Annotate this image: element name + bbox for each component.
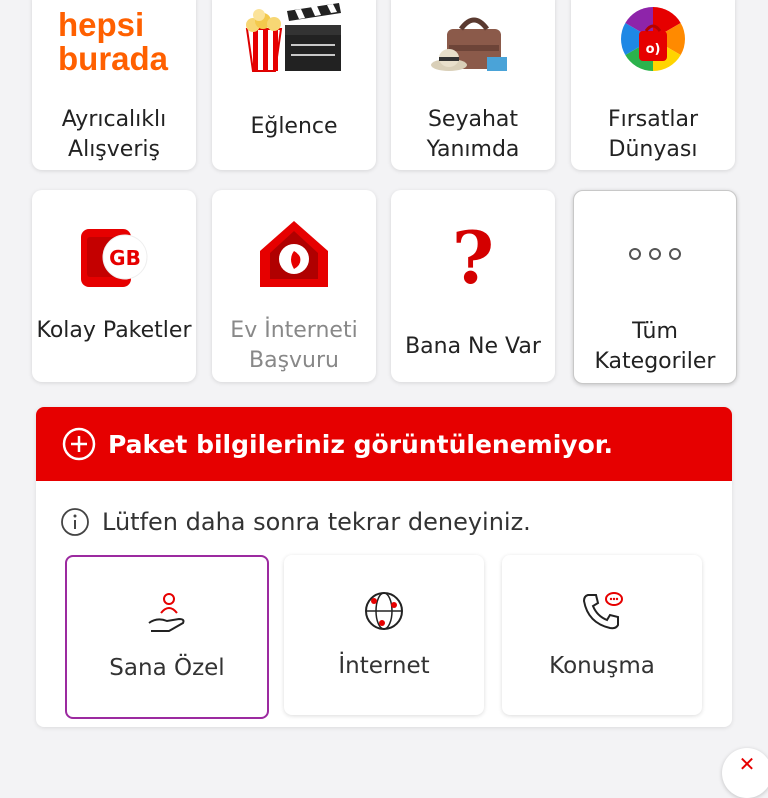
question-mark-icon: ? [391, 208, 555, 298]
category-label: Bana Ne Var [405, 334, 541, 359]
svg-text:?: ? [452, 215, 494, 293]
sana-ozel-button[interactable]: Sana Özel [65, 555, 269, 719]
error-title: Paket bilgileriniz görüntülenemiyor. [108, 429, 614, 459]
konusma-button[interactable]: Konuşma [502, 555, 702, 715]
gb-phone-icon: GB [32, 208, 196, 298]
button-label: Konuşma [549, 653, 655, 679]
category-label: Kolay Paketler [36, 318, 192, 343]
package-info-panel: Paket bilgileriniz görüntülenemiyor. Lüt… [36, 407, 732, 727]
vodafone-house-icon [212, 208, 376, 298]
notice-message: Lütfen daha sonra tekrar deneyiniz. [102, 508, 531, 536]
category-bana-ne-var[interactable]: ? Bana Ne Var [391, 190, 555, 382]
category-label: Seyahat Yanımda [426, 107, 520, 162]
category-label: Ev İnterneti Başvuru [230, 318, 358, 373]
info-icon [60, 507, 90, 537]
notice-row: Lütfen daha sonra tekrar deneyiniz. [60, 507, 531, 537]
globe-icon [284, 587, 484, 635]
category-tum-kategoriler[interactable]: Tüm Kategoriler [573, 190, 737, 384]
button-label: İnternet [338, 653, 430, 679]
category-label: Tüm Kategoriler [594, 319, 716, 374]
category-label: Eğlence [250, 114, 338, 139]
color-wheel-bag-icon: o) [571, 0, 735, 86]
category-ev-interneti-basvuru[interactable]: Ev İnterneti Başvuru [212, 190, 376, 382]
phone-chat-icon [502, 587, 702, 635]
popcorn-clapperboard-icon [212, 0, 376, 86]
error-banner: Paket bilgileriniz görüntülenemiyor. [36, 407, 732, 481]
category-label: Ayrıcalıklı Alışveriş [61, 107, 167, 162]
internet-button[interactable]: İnternet [284, 555, 484, 715]
close-fab[interactable]: ✕ [722, 748, 768, 798]
category-firsatlar-dunyasi[interactable]: o) Fırsatlar Dünyası [571, 0, 735, 170]
travel-bag-icon [391, 0, 555, 86]
svg-text:o): o) [646, 42, 661, 57]
svg-text:GB: GB [109, 246, 141, 270]
category-kolay-paketler[interactable]: GB Kolay Paketler [32, 190, 196, 382]
hepsiburada-logo: hepsi burada [58, 6, 169, 77]
more-dots-icon [574, 209, 736, 299]
category-label: Fırsatlar Dünyası [607, 107, 699, 162]
button-label: Sana Özel [109, 655, 225, 681]
category-eglence[interactable]: Eğlence [212, 0, 376, 170]
category-seyahat-yanimda[interactable]: Seyahat Yanımda [391, 0, 555, 170]
category-ayricalikli-alisveris[interactable]: hepsi burada Ayrıcalıklı Alışveriş [32, 0, 196, 170]
close-icon: ✕ [738, 752, 756, 776]
add-shield-icon [62, 427, 96, 461]
hand-person-icon [67, 589, 267, 637]
